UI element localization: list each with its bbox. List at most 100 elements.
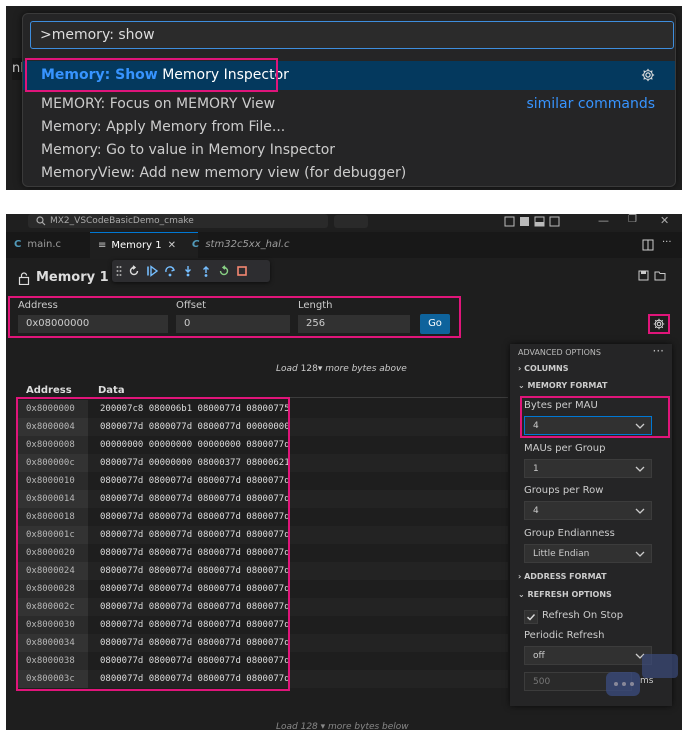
length-input[interactable]: 256: [298, 315, 410, 333]
command-apply-memory-from-file[interactable]: Memory: Apply Memory from File...: [23, 116, 675, 139]
chevron-right-icon: ›: [518, 364, 522, 373]
length-label: Length: [298, 300, 333, 311]
step-out-icon[interactable]: [200, 265, 212, 277]
refresh-on-stop-checkbox[interactable]: [524, 610, 538, 624]
load-more-below[interactable]: Load 128 ▾ more bytes below: [276, 722, 409, 730]
tab-label: Memory 1: [111, 240, 162, 251]
command-label: Memory: Go to value in Memory Inspector: [41, 142, 336, 158]
groups-per-row-label: Groups per Row: [524, 485, 604, 496]
highlight-box-bytes-per-mau: [520, 396, 670, 438]
chevron-right-icon: ›: [518, 572, 522, 581]
chevron-down-icon: [635, 466, 645, 472]
save-icon[interactable]: [638, 270, 649, 281]
go-button[interactable]: Go: [420, 314, 450, 334]
similar-commands-link[interactable]: similar commands: [526, 93, 655, 116]
load-text: Load: [276, 364, 298, 374]
section-columns[interactable]: › COLUMNS: [518, 364, 569, 373]
chevron-down-icon: [635, 508, 645, 514]
stop-icon[interactable]: [236, 265, 248, 277]
tab-label: main.c: [27, 239, 62, 250]
select-value: off: [533, 651, 545, 661]
c-file-icon: C: [14, 239, 22, 250]
minimize-icon[interactable]: —: [598, 214, 609, 227]
restart-icon[interactable]: [218, 265, 230, 277]
close-window-icon[interactable]: ✕: [660, 214, 669, 227]
advanced-options-title: ADVANCED OPTIONS: [518, 348, 601, 357]
section-memory-format[interactable]: ⌄ MEMORY FORMAT: [518, 381, 607, 390]
load-text: more bytes above: [325, 364, 407, 374]
command-label: MEMORY: Focus on MEMORY View: [41, 96, 276, 112]
select-value: 4: [533, 506, 539, 516]
command-go-to-value[interactable]: Memory: Go to value in Memory Inspector: [23, 139, 675, 162]
tab-main-c[interactable]: Cmain.c: [6, 232, 88, 258]
more-actions-icon[interactable]: ···: [662, 237, 672, 248]
group-endianness-label: Group Endianness: [524, 528, 615, 539]
highlight-box-memory-table: [16, 397, 290, 691]
workspace-name: MX2_VSCodeBasicDemo_cmake: [50, 216, 194, 226]
tab-bar: Cmain.c ≡ Memory 1 ✕ Cstm32c5xx_hal.c ···: [6, 232, 682, 259]
load-count-select[interactable]: 128: [301, 364, 318, 374]
command-label: Memory: Apply Memory from File...: [41, 119, 286, 135]
gear-icon[interactable]: [641, 68, 655, 82]
section-label: COLUMNS: [524, 364, 569, 373]
continue-icon[interactable]: [146, 265, 158, 277]
advanced-options-panel: ADVANCED OPTIONS ··· › COLUMNS ⌄ MEMORY …: [510, 344, 672, 706]
maus-per-group-label: MAUs per Group: [524, 443, 606, 454]
refresh-on-stop-label: Refresh On Stop: [542, 610, 624, 621]
tab-stm32c5xx-hal-c[interactable]: Cstm32c5xx_hal.c: [184, 232, 312, 258]
title-search-box[interactable]: MX2_VSCodeBasicDemo_cmake: [28, 214, 328, 228]
address-input[interactable]: 0x08000000: [18, 315, 168, 333]
highlight-box-command: [25, 58, 278, 92]
reset-device-icon[interactable]: [128, 265, 140, 277]
command-palette: >memory: show Memory: Show Memory Inspec…: [22, 13, 676, 187]
command-label: MemoryView: Add new memory view (for deb…: [41, 165, 407, 181]
step-over-icon[interactable]: [164, 265, 176, 277]
chevron-down-icon: ⌄: [518, 381, 525, 390]
lock-icon[interactable]: [18, 272, 30, 285]
select-value: 1: [533, 464, 539, 474]
command-palette-input[interactable]: >memory: show: [30, 21, 674, 49]
command-add-memory-view[interactable]: MemoryView: Add new memory view (for deb…: [23, 162, 675, 185]
copilot-button[interactable]: [334, 215, 368, 228]
layout-icons[interactable]: [504, 216, 584, 228]
memory-view-title: Memory 1: [36, 270, 109, 285]
chat-assistant-icon[interactable]: [606, 654, 680, 700]
tab-label: stm32c5xx_hal.c: [205, 239, 290, 250]
chevron-down-icon: ▾: [317, 364, 323, 374]
section-label: MEMORY FORMAT: [527, 381, 608, 390]
checkmark-icon: [527, 614, 536, 621]
c-file-icon: C: [192, 239, 200, 250]
offset-input[interactable]: 0: [176, 315, 290, 333]
groups-per-row-select[interactable]: 4: [524, 501, 652, 520]
open-folder-icon[interactable]: [654, 270, 666, 281]
select-value: Little Endian: [533, 549, 590, 559]
address-label: Address: [18, 300, 58, 311]
gear-icon[interactable]: [653, 318, 665, 330]
memory-inspector-screenshot: MX2_VSCodeBasicDemo_cmake — ❐ ✕ Cmain.c …: [6, 214, 682, 730]
more-actions-icon[interactable]: ···: [653, 344, 664, 358]
command-focus-memory-view[interactable]: MEMORY: Focus on MEMORY View similar com…: [23, 93, 675, 116]
title-bar: MX2_VSCodeBasicDemo_cmake — ❐ ✕: [6, 214, 682, 230]
offset-label: Offset: [176, 300, 207, 311]
drag-handle-icon[interactable]: [116, 265, 122, 277]
maus-per-group-select[interactable]: 1: [524, 459, 652, 478]
column-header-address: Address: [26, 385, 72, 396]
split-editor-icon[interactable]: [642, 239, 654, 251]
command-palette-screenshot: nk >memory: show Memory: Show Memory Ins…: [6, 6, 682, 190]
close-tab-icon[interactable]: ✕: [168, 240, 176, 251]
column-header-data: Data: [98, 385, 125, 396]
debug-toolbar: [112, 260, 270, 282]
step-into-icon[interactable]: [182, 265, 194, 277]
group-endianness-select[interactable]: Little Endian: [524, 544, 652, 563]
memory-tab-icon: ≡: [98, 240, 107, 251]
chevron-down-icon: [635, 551, 645, 557]
section-label: REFRESH OPTIONS: [527, 590, 612, 599]
load-more-above[interactable]: Load 128▾ more bytes above: [276, 364, 407, 374]
search-icon: [36, 216, 46, 226]
section-refresh-options[interactable]: ⌄ REFRESH OPTIONS: [518, 590, 612, 599]
section-address-format[interactable]: › ADDRESS FORMAT: [518, 572, 607, 581]
tab-memory-1[interactable]: ≡ Memory 1 ✕: [90, 232, 198, 259]
section-label: ADDRESS FORMAT: [524, 572, 607, 581]
maximize-icon[interactable]: ❐: [628, 214, 637, 225]
periodic-refresh-label: Periodic Refresh: [524, 630, 605, 641]
